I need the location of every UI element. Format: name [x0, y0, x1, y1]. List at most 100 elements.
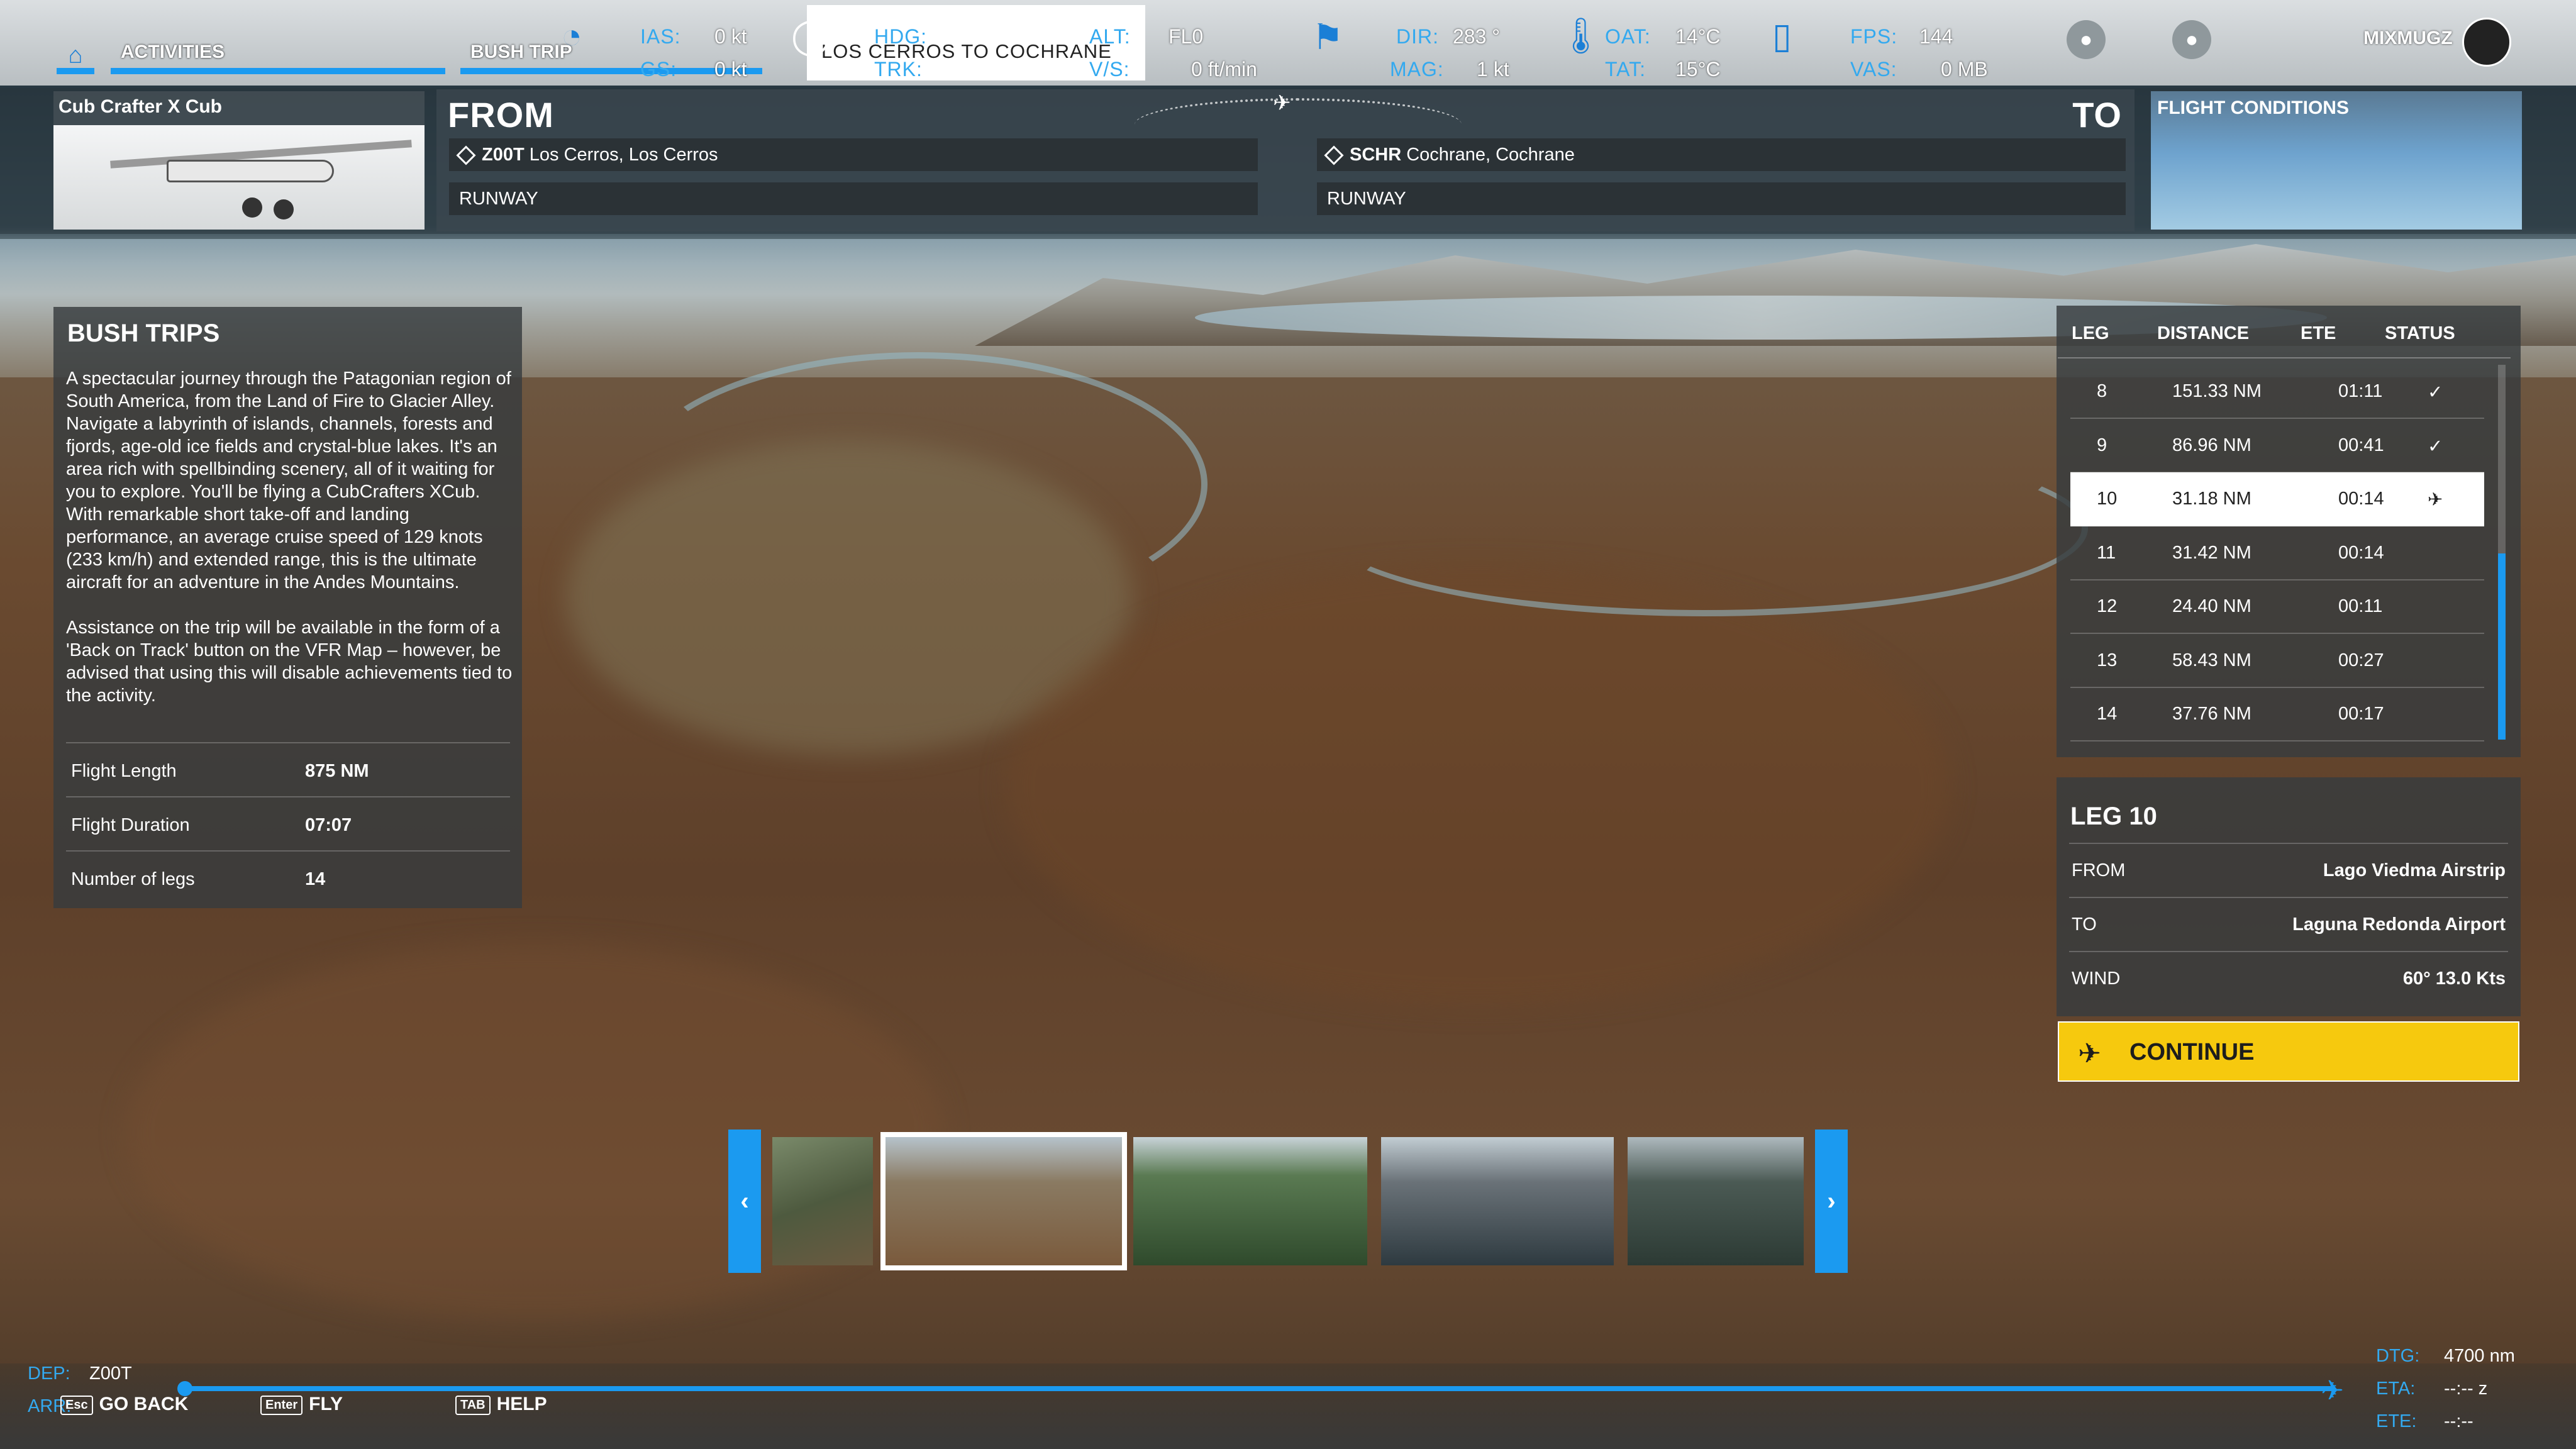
- enter-key: Enter: [260, 1395, 303, 1415]
- alt-value: FL0: [1169, 25, 1204, 48]
- bush-trips-description: A spectacular journey through the Patago…: [66, 367, 513, 730]
- dtg-label: DTG:: [2376, 1346, 2420, 1366]
- leg-ete: 00:27: [2338, 650, 2384, 670]
- gallery-thumbnail[interactable]: [1133, 1137, 1367, 1265]
- avatar[interactable]: [2462, 18, 2511, 67]
- ete-value: --:--: [2444, 1411, 2473, 1431]
- departure-code: Z00T: [482, 145, 525, 165]
- leg-row[interactable]: 8 151.33 NM 01:11 ✓: [2070, 365, 2484, 419]
- route-progress-line: [182, 1386, 2333, 1391]
- takeoff-icon: ✈: [2078, 1038, 2101, 1069]
- stat-label: Flight Length: [71, 761, 177, 781]
- gallery-next-button[interactable]: ›: [1815, 1130, 1848, 1273]
- fps-label: FPS:: [1850, 25, 1898, 48]
- ias-label: IAS:: [640, 25, 681, 48]
- alt-label: ALT:: [1089, 25, 1131, 48]
- bottom-bar: [0, 1363, 2576, 1449]
- continue-label: CONTINUE: [2129, 1039, 2255, 1065]
- windsock-icon: ⚑: [1312, 17, 1344, 57]
- leg-distance: 31.42 NM: [2172, 542, 2251, 563]
- gallery-thumbnail[interactable]: [772, 1137, 873, 1265]
- legs-scrollbar-thumb[interactable]: [2498, 553, 2506, 740]
- dir-label: DIR:: [1396, 25, 1439, 48]
- leg-number: 8: [2097, 381, 2107, 401]
- gallery-thumbnail-selected[interactable]: [880, 1132, 1127, 1270]
- leg-distance: 86.96 NM: [2172, 435, 2251, 455]
- notification-icon[interactable]: ●: [2172, 20, 2211, 59]
- bush-trips-title: BUSH TRIPS: [67, 319, 220, 347]
- leg-row[interactable]: 13 58.43 NM 00:27: [2070, 634, 2484, 688]
- leg-row[interactable]: 10 31.18 NM 00:14 ✈: [2070, 472, 2484, 526]
- tab-key: TAB: [455, 1395, 491, 1415]
- vs-label: V/S:: [1089, 58, 1130, 80]
- gs-value: 0 kt: [714, 58, 747, 80]
- route-title: LOS CERROS TO COCHRANE: [821, 40, 1112, 62]
- gallery-prev-button[interactable]: ‹: [728, 1130, 761, 1273]
- go-back-hint[interactable]: Esc GO BACK: [60, 1394, 188, 1415]
- arrival-name: Cochrane, Cochrane: [1406, 145, 1575, 165]
- plane-icon: ✈: [1273, 91, 1291, 115]
- departure-runway-field[interactable]: RUNWAY: [449, 182, 1258, 215]
- dir-value: 283 °: [1453, 25, 1501, 48]
- tab-activities[interactable]: ACTIVITIES: [121, 42, 225, 63]
- completed-check-icon: ✓: [2428, 436, 2443, 457]
- leg-ete: 00:17: [2338, 704, 2384, 724]
- leg-number: 12: [2097, 596, 2118, 616]
- col-ete: ETE: [2301, 323, 2336, 343]
- destination-plane-icon: ✈: [2321, 1375, 2344, 1406]
- leg-number: 13: [2097, 650, 2118, 670]
- leg-from-value: Lago Viedma Airstrip: [2323, 860, 2506, 880]
- leg-distance: 24.40 NM: [2172, 596, 2251, 616]
- tat-value: 15°C: [1675, 58, 1721, 80]
- nav-underline: [111, 68, 445, 74]
- help-label: HELP: [496, 1394, 547, 1414]
- flight-path-arc: [1135, 98, 1462, 151]
- leg-ete: 00:41: [2338, 435, 2384, 455]
- fly-hint[interactable]: Enter FLY: [260, 1394, 343, 1415]
- tab-bush-trip[interactable]: BUSH TRIP: [470, 42, 572, 63]
- col-leg: LEG: [2072, 323, 2109, 343]
- stat-label: Number of legs: [71, 869, 195, 889]
- terrain-patch: [1006, 566, 1950, 1006]
- leg-number: 10: [2097, 489, 2118, 509]
- leg-row[interactable]: 14 37.76 NM 00:17: [2070, 687, 2484, 741]
- leg-row[interactable]: 12 24.40 NM 00:11: [2070, 580, 2484, 634]
- arrival-airport-field[interactable]: SCHR Cochrane, Cochrane: [1317, 138, 2126, 171]
- leg-to-label: TO: [2072, 914, 2097, 935]
- help-hint[interactable]: TAB HELP: [455, 1394, 547, 1415]
- flight-conditions-title: FLIGHT CONDITIONS: [2157, 97, 2349, 118]
- stat-flight-length: Flight Length 875 NM: [66, 742, 510, 797]
- leg-row[interactable]: 9 86.96 NM 00:41 ✓: [2070, 419, 2484, 473]
- gallery-thumbnail[interactable]: [1628, 1137, 1804, 1265]
- aircraft-name: Cub Crafter X Cub: [58, 96, 223, 117]
- username[interactable]: MIXMUGZ: [2363, 28, 2453, 49]
- vas-label: VAS:: [1850, 58, 1897, 80]
- plane-fuselage: [167, 160, 334, 182]
- from-heading: FROM: [448, 95, 554, 135]
- oat-value: 14°C: [1675, 25, 1721, 48]
- leg-detail-wind: WIND 60° 13.0 Kts: [2069, 951, 2508, 1005]
- leg-distance: 58.43 NM: [2172, 650, 2251, 670]
- gallery-thumbnail[interactable]: [1381, 1137, 1614, 1265]
- flight-conditions-card[interactable]: FLIGHT CONDITIONS: [2151, 91, 2522, 230]
- profile-icon[interactable]: ●: [2067, 20, 2106, 59]
- leg-ete: 01:11: [2338, 381, 2383, 401]
- continue-button[interactable]: ✈ CONTINUE: [2058, 1021, 2519, 1082]
- leg-number: 14: [2097, 704, 2118, 724]
- leg-row[interactable]: 11 31.42 NM 00:14: [2070, 526, 2484, 580]
- departure-airport-field[interactable]: Z00T Los Cerros, Los Cerros: [449, 138, 1258, 171]
- from-to-panel: FROM TO Z00T Los Cerros, Los Cerros RUNW…: [436, 89, 2135, 231]
- esc-key: Esc: [60, 1395, 93, 1415]
- river: [629, 352, 1208, 616]
- stat-label: Flight Duration: [71, 815, 190, 835]
- arrival-runway-field[interactable]: RUNWAY: [1317, 182, 2126, 215]
- aircraft-card[interactable]: Cub Crafter X Cub: [53, 91, 425, 230]
- ete-label: ETE:: [2376, 1411, 2417, 1431]
- mag-label: MAG:: [1390, 58, 1444, 80]
- plane-wheel: [274, 199, 294, 219]
- leg-to-value: Laguna Redonda Airport: [2292, 914, 2506, 935]
- vs-value: 0 ft/min: [1191, 58, 1257, 80]
- leg-ete: 00:14: [2338, 489, 2384, 509]
- col-status: STATUS: [2385, 323, 2455, 343]
- aircraft-image: [53, 125, 425, 230]
